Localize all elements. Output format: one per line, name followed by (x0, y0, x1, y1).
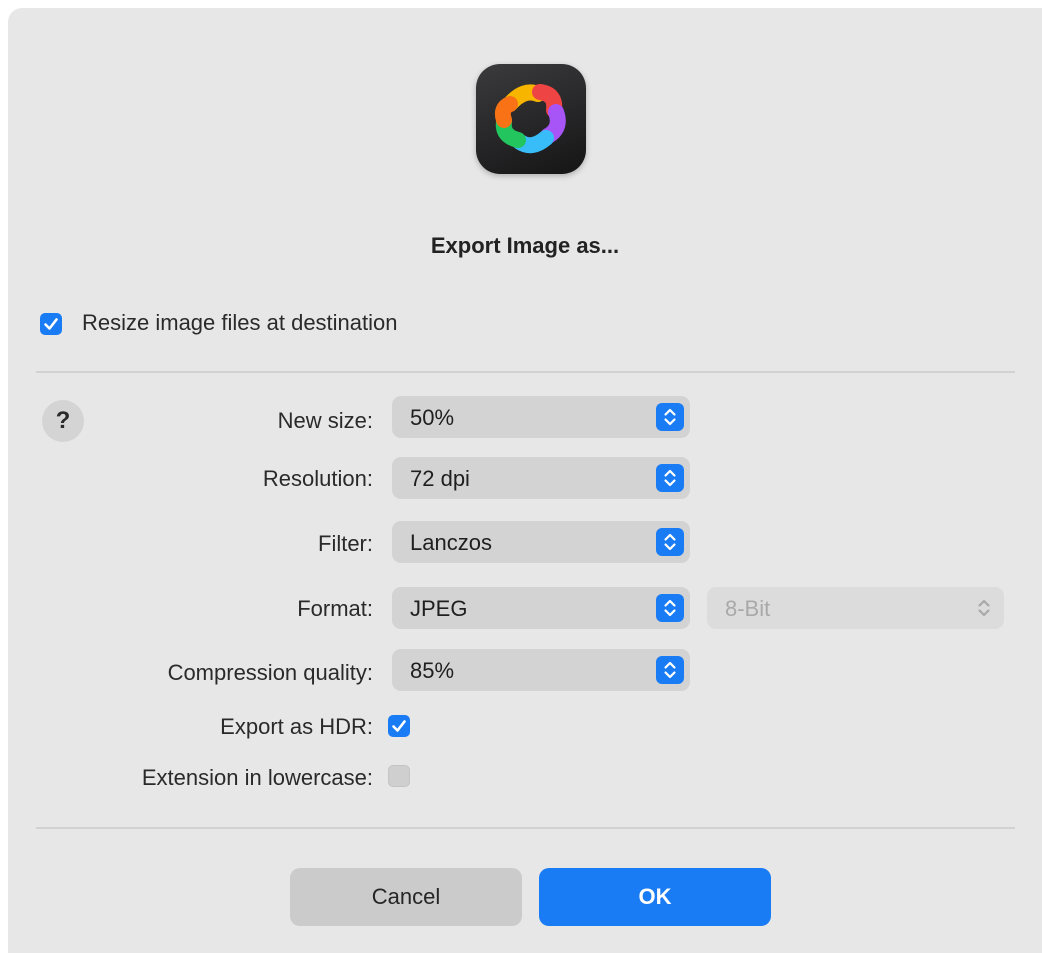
resolution-value: 72 dpi (410, 466, 470, 491)
new-size-popup[interactable]: 50% (392, 396, 690, 438)
checkmark-icon (44, 318, 58, 330)
chevron-updown-icon (656, 464, 684, 492)
resize-checkbox[interactable] (40, 313, 62, 335)
app-logo-icon (476, 64, 586, 174)
lowercase-checkbox[interactable] (388, 765, 410, 787)
chevron-updown-icon (656, 528, 684, 556)
export-dialog: Export Image as... Resize image files at… (8, 8, 1042, 953)
bit-depth-popup: 8-Bit (707, 587, 1004, 629)
filter-label: Filter: (318, 531, 373, 556)
compression-label: Compression quality: (167, 660, 373, 685)
compression-popup[interactable]: 85% (392, 649, 690, 691)
format-value: JPEG (410, 596, 468, 621)
compression-value: 85% (410, 658, 455, 683)
ok-button[interactable]: OK (539, 868, 771, 926)
resolution-label: Resolution: (262, 466, 373, 491)
help-button[interactable]: ? (42, 400, 84, 442)
dialog-title: Export Image as... (430, 233, 620, 258)
chevron-updown-icon (656, 403, 684, 431)
filter-value: Lanczos (410, 530, 492, 555)
resolution-popup[interactable]: 72 dpi (392, 457, 690, 499)
divider-top (36, 371, 1015, 373)
hdr-checkbox[interactable] (388, 715, 410, 737)
checkmark-icon (392, 720, 406, 732)
format-popup[interactable]: JPEG (392, 587, 690, 629)
chevron-updown-icon (656, 656, 684, 684)
lowercase-label: Extension in lowercase: (141, 765, 373, 790)
hdr-label: Export as HDR: (220, 714, 373, 739)
chevron-updown-icon (656, 594, 684, 622)
filter-popup[interactable]: Lanczos (392, 521, 690, 563)
new-size-value: 50% (410, 405, 455, 430)
format-label: Format: (297, 596, 373, 621)
new-size-label: New size: (277, 408, 373, 433)
bit-depth-value: 8-Bit (725, 596, 771, 621)
cancel-button[interactable]: Cancel (290, 868, 522, 926)
resize-checkbox-label[interactable]: Resize image files at destination (82, 310, 398, 336)
chevron-updown-icon (970, 594, 998, 622)
divider-bottom (36, 827, 1015, 829)
